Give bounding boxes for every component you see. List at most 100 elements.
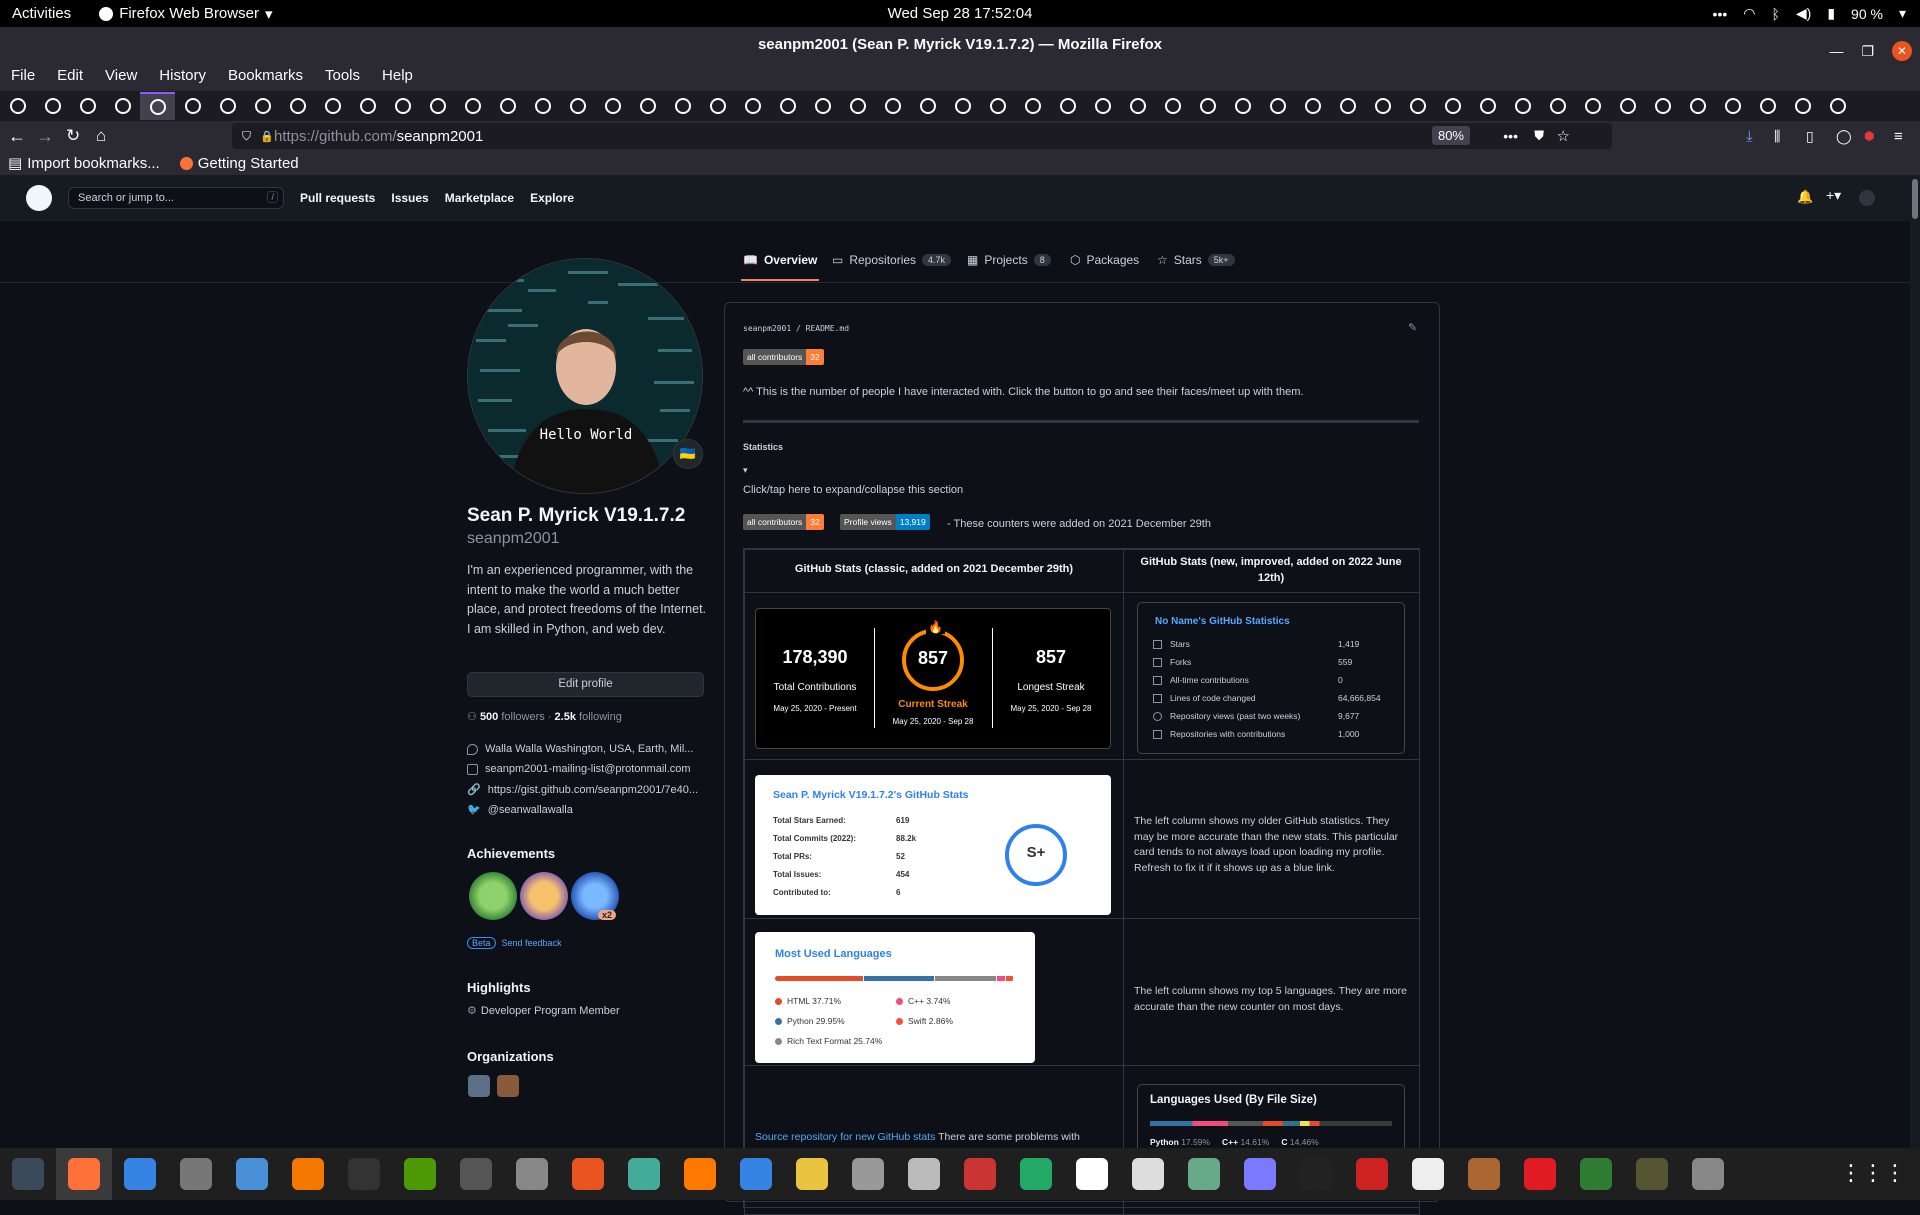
browser-tab[interactable] <box>665 92 700 120</box>
dock-app-icon[interactable] <box>112 1148 168 1200</box>
menu-history[interactable]: History <box>148 63 217 91</box>
dock-app-icon[interactable] <box>1288 1148 1344 1200</box>
browser-tab[interactable] <box>1715 92 1750 120</box>
browser-tab[interactable] <box>595 92 630 120</box>
browser-tab[interactable] <box>1365 92 1400 120</box>
dock-app-icon[interactable] <box>1400 1148 1456 1200</box>
dock-app-icon[interactable] <box>784 1148 840 1200</box>
profile-twitter[interactable]: 🐦 @seanwallawalla <box>467 803 573 817</box>
dock-app-icon[interactable] <box>1232 1148 1288 1200</box>
app-menu[interactable]: Firefox Web Browser ▾ <box>99 5 272 23</box>
user-avatar[interactable] <box>1859 190 1875 206</box>
profile-website[interactable]: 🔗 https://gist.github.com/seanpm2001/7e40… <box>467 783 698 797</box>
nav-explore[interactable]: Explore <box>530 191 574 205</box>
disclosure-triangle-icon[interactable]: ▾ <box>743 465 748 476</box>
dock-app-icon[interactable] <box>1064 1148 1120 1200</box>
browser-tab[interactable] <box>210 92 245 120</box>
dock-app-icon[interactable] <box>840 1148 896 1200</box>
bookmark-getting-started[interactable]: Getting Started <box>179 155 299 172</box>
browser-tab[interactable] <box>1575 92 1610 120</box>
sidebar-icon[interactable]: ▯ <box>1806 128 1814 145</box>
followers-link[interactable]: 500 followers <box>480 711 545 723</box>
page-scrollbar[interactable] <box>1910 175 1920 1175</box>
browser-tab[interactable] <box>1260 92 1295 120</box>
dock-app-icon[interactable] <box>1344 1148 1400 1200</box>
menu-edit[interactable]: Edit <box>46 63 94 91</box>
dock-app-icon[interactable] <box>672 1148 728 1200</box>
close-icon[interactable]: ✕ <box>1892 41 1912 61</box>
download-icon[interactable]: ⤓ <box>1746 128 1753 145</box>
edit-pencil-icon[interactable]: ✎ <box>1408 321 1417 334</box>
menu-tools[interactable]: Tools <box>314 63 371 91</box>
tab-repositories[interactable]: ▭ Repositories 4.7k <box>832 253 952 267</box>
browser-tab[interactable] <box>1680 92 1715 120</box>
dock-app-icon[interactable] <box>336 1148 392 1200</box>
ublock-icon[interactable]: ⬢ <box>1864 129 1874 143</box>
readme-path-user[interactable]: seanpm2001 <box>743 324 791 333</box>
dock-app-icon[interactable] <box>1680 1148 1736 1200</box>
back-icon[interactable]: ← <box>8 126 26 147</box>
achievement-badge-quickdraw[interactable] <box>520 872 568 920</box>
page-actions-icon[interactable]: ••• <box>1503 128 1518 144</box>
import-bookmarks[interactable]: ▤ Import bookmarks... <box>8 154 160 173</box>
more-icon[interactable]: ••• <box>1713 6 1728 22</box>
nav-pull-requests[interactable]: Pull requests <box>300 191 375 205</box>
dock-app-icon[interactable] <box>728 1148 784 1200</box>
nav-marketplace[interactable]: Marketplace <box>445 191 514 205</box>
browser-tab[interactable] <box>1050 92 1085 120</box>
clock[interactable]: Wed Sep 28 17:52:04 <box>888 5 1033 22</box>
bookmark-star-icon[interactable]: ☆ <box>1557 127 1570 145</box>
dock-app-icon[interactable] <box>1176 1148 1232 1200</box>
tab-projects[interactable]: ▦ Projects 8 <box>967 253 1051 267</box>
browser-tab[interactable] <box>280 92 315 120</box>
status-emoji[interactable]: 🇺🇦 <box>673 439 703 469</box>
following-link[interactable]: 2.5k following <box>555 711 622 723</box>
show-apps-grid-icon[interactable]: ⋮⋮⋮ <box>1840 1160 1906 1186</box>
readme-path-file[interactable]: README.md <box>806 324 849 333</box>
achievements-heading[interactable]: Achievements <box>467 846 555 861</box>
browser-tab[interactable] <box>1120 92 1155 120</box>
browser-tab[interactable] <box>1785 92 1820 120</box>
browser-tab[interactable] <box>1190 92 1225 120</box>
organization-avatar[interactable] <box>468 1075 490 1097</box>
browser-tab[interactable] <box>1470 92 1505 120</box>
browser-tab[interactable] <box>350 92 385 120</box>
profile-email[interactable]: seanpm2001-mailing-list@protonmail.com <box>467 763 691 775</box>
profile-avatar[interactable]: Hello World <box>467 258 703 494</box>
home-icon[interactable]: ⌂ <box>96 126 106 146</box>
browser-tab[interactable] <box>560 92 595 120</box>
browser-tab[interactable] <box>910 92 945 120</box>
notifications-icon[interactable]: 🔔 <box>1797 189 1813 205</box>
reload-icon[interactable]: ↻ <box>66 126 80 146</box>
browser-tab[interactable] <box>1225 92 1260 120</box>
browser-tab[interactable] <box>980 92 1015 120</box>
dock-app-icon[interactable] <box>896 1148 952 1200</box>
browser-tab[interactable] <box>1540 92 1575 120</box>
browser-tab[interactable] <box>945 92 980 120</box>
activities-button[interactable]: Activities <box>12 5 71 22</box>
browser-tab[interactable] <box>770 92 805 120</box>
tab-stars[interactable]: ☆ Stars 5k+ <box>1157 253 1235 267</box>
all-contributors-badge[interactable]: all contributors 32 <box>743 349 824 365</box>
browser-tab[interactable] <box>315 92 350 120</box>
browser-tab[interactable] <box>35 92 70 120</box>
browser-tab[interactable] <box>875 92 910 120</box>
dock-app-icon[interactable] <box>56 1148 112 1200</box>
create-new-icon[interactable]: +▾ <box>1826 187 1841 204</box>
menu-help[interactable]: Help <box>371 63 424 91</box>
dock-app-icon[interactable] <box>1512 1148 1568 1200</box>
browser-tab[interactable] <box>175 92 210 120</box>
dock-app-icon[interactable] <box>616 1148 672 1200</box>
dock-app-icon[interactable] <box>280 1148 336 1200</box>
browser-tab[interactable] <box>245 92 280 120</box>
browser-tab[interactable] <box>700 92 735 120</box>
dock-app-icon[interactable] <box>448 1148 504 1200</box>
search-input[interactable]: Search or jump to... / <box>68 187 284 209</box>
nav-issues[interactable]: Issues <box>391 191 428 205</box>
forward-icon[interactable]: → <box>36 126 54 147</box>
browser-tab[interactable] <box>1085 92 1120 120</box>
hamburger-menu-icon[interactable]: ≡ <box>1894 128 1903 145</box>
browser-tab[interactable] <box>525 92 560 120</box>
menu-view[interactable]: View <box>94 63 148 91</box>
browser-tab[interactable] <box>840 92 875 120</box>
